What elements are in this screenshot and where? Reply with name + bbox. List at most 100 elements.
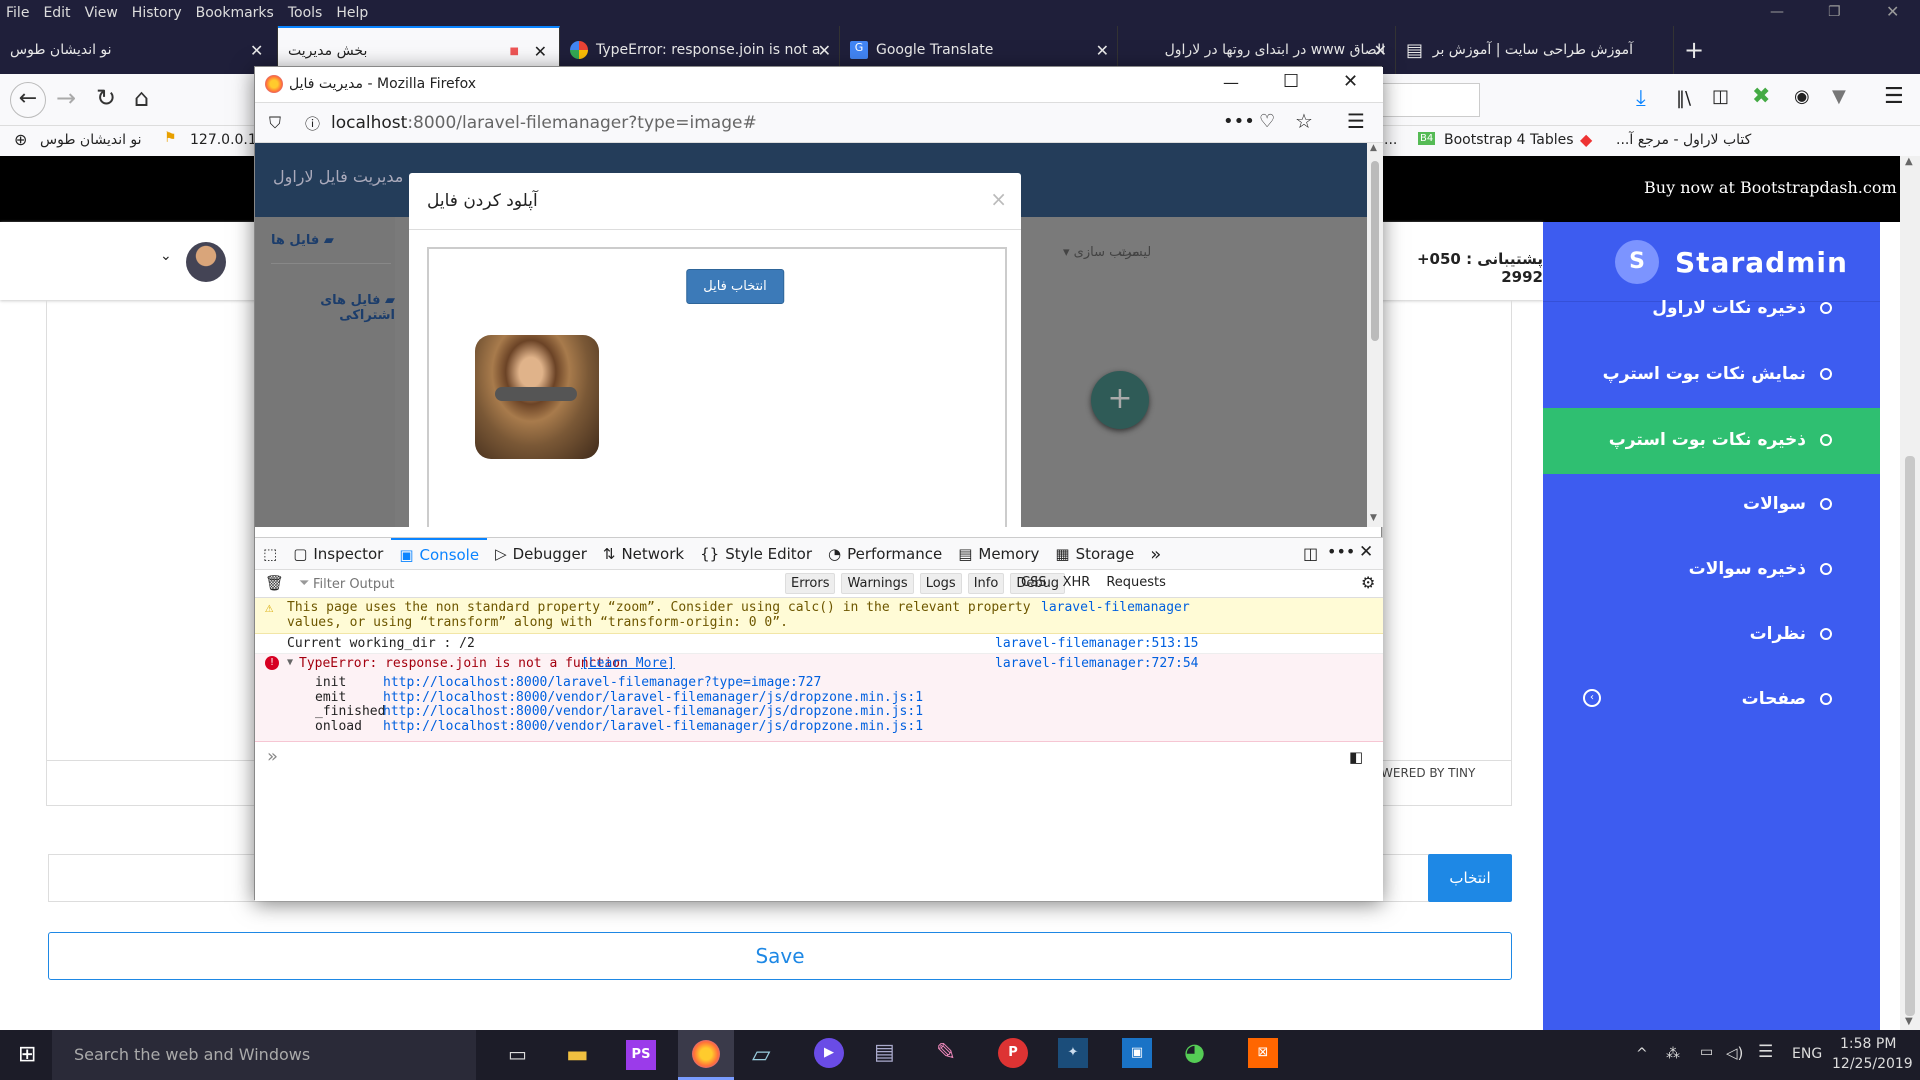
scroll-thumb[interactable] xyxy=(1371,161,1379,341)
stack-url[interactable]: http://localhost:8000/vendor/laravel-fil… xyxy=(383,690,923,705)
nav-shared[interactable]: ▰ فایل های اشتراکی xyxy=(271,293,395,323)
modal-close-button[interactable]: × xyxy=(990,187,1007,211)
tab-amoozesh[interactable]: آموزش طراحی سایت | آموزش بر ▤ xyxy=(1396,26,1674,74)
menu-icon[interactable]: ☰ xyxy=(1884,84,1904,109)
close-devtools-icon[interactable]: ✕ xyxy=(1359,542,1373,562)
app-icon[interactable]: ▤ xyxy=(874,1040,895,1065)
avatar[interactable] xyxy=(186,242,226,282)
filter-requests[interactable]: Requests xyxy=(1106,575,1166,590)
menu-tools[interactable]: Tools xyxy=(288,5,323,21)
file-explorer-icon[interactable]: ▬ xyxy=(566,1040,589,1068)
gear-icon[interactable]: ⚙ xyxy=(1361,573,1375,592)
forward-button[interactable]: → xyxy=(56,84,76,112)
expand-triangle-icon[interactable]: ▼ xyxy=(287,657,293,668)
bookmark-bootstrap-tables[interactable]: Bootstrap 4 Tables xyxy=(1444,132,1574,148)
minimize-icon[interactable]: — xyxy=(1770,4,1784,20)
maximize-icon[interactable]: ☐ xyxy=(1283,71,1299,92)
back-button[interactable]: ← xyxy=(10,82,46,118)
dock-icon[interactable]: ◫ xyxy=(1303,544,1318,563)
menu-icon[interactable]: ☰ xyxy=(1347,109,1365,133)
brand-name[interactable]: Staradmin xyxy=(1675,246,1848,279)
language-indicator[interactable]: ENG xyxy=(1792,1046,1822,1062)
scroll-down-icon[interactable]: ▼ xyxy=(1905,1016,1913,1027)
dropzone[interactable]: انتخاب فایل xyxy=(427,247,1007,527)
bookmark-noandishan[interactable]: نو اندیشان طوس xyxy=(40,132,142,148)
tab-debugger[interactable]: ▷ Debugger xyxy=(487,538,595,570)
tab-style-editor[interactable]: {} Style Editor xyxy=(692,538,820,570)
nav-files[interactable]: ▰ فایل ها xyxy=(271,233,334,248)
close-icon[interactable]: ✕ xyxy=(1343,71,1358,92)
home-button[interactable]: ⌂ xyxy=(134,84,149,112)
close-tab-icon[interactable]: ✕ xyxy=(1374,41,1387,60)
battery-icon[interactable]: ▭ xyxy=(1700,1044,1713,1060)
scroll-down-icon[interactable]: ▼ xyxy=(1370,513,1377,523)
shield-icon[interactable]: ⛉ xyxy=(269,113,281,133)
tab-inspector[interactable]: ▢ Inspector xyxy=(285,538,391,570)
tab-noandishan[interactable]: نو اندیشان طوس ✕ xyxy=(0,26,278,74)
postman-icon[interactable]: P xyxy=(998,1038,1028,1068)
bookmark-more[interactable]: ... xyxy=(1384,132,1397,148)
save-button[interactable]: Save xyxy=(48,932,1512,980)
sort-button[interactable]: مرتب سازی ▾ xyxy=(1063,245,1140,260)
bookmark-laravel-book[interactable]: کتاب لاراول - مرجع آ... xyxy=(1616,132,1751,148)
filter-css[interactable]: CSS xyxy=(1021,575,1047,590)
sidebar-item-save-questions[interactable]: ذخیره سوالات xyxy=(1689,559,1832,579)
info-icon[interactable]: ⓘ xyxy=(305,113,320,134)
download-icon[interactable]: ⤓ xyxy=(1636,86,1646,111)
select-button[interactable]: انتخاب xyxy=(1428,854,1512,902)
chevron-left-icon[interactable]: ‹ xyxy=(1583,689,1601,707)
media-player-icon[interactable]: ▶ xyxy=(814,1038,844,1068)
stack-url[interactable]: http://localhost:8000/laravel-filemanage… xyxy=(383,675,821,690)
extension-icon[interactable]: ✖ xyxy=(1752,84,1770,109)
close-tab-icon[interactable]: ✕ xyxy=(1096,41,1109,60)
scroll-up-icon[interactable]: ▲ xyxy=(1370,143,1377,153)
learn-more-link[interactable]: [Learn More] xyxy=(581,656,675,671)
firefox-taskbar-button[interactable] xyxy=(678,1030,734,1080)
url-field[interactable]: localhost:8000/laravel-filemanager?type=… xyxy=(331,113,757,133)
filter-warnings[interactable]: Warnings xyxy=(841,573,914,594)
sidebar-item-show-bootstrap[interactable]: نمایش نکات بوت استرپ xyxy=(1603,364,1832,384)
sidebar-item-pages[interactable]: صفحات xyxy=(1742,689,1832,709)
tab-network[interactable]: ⇅ Network xyxy=(595,538,692,570)
split-console-icon[interactable]: ◧ xyxy=(1349,748,1363,766)
pocket-icon[interactable]: ♡ xyxy=(1259,111,1275,132)
library-icon[interactable]: ‖\ xyxy=(1676,88,1691,109)
filter-xhr[interactable]: XHR xyxy=(1063,575,1091,590)
filter-info[interactable]: Info xyxy=(967,573,1005,594)
menu-help[interactable]: Help xyxy=(336,5,368,21)
vpn-icon[interactable]: ▼ xyxy=(1832,86,1846,107)
volume-icon[interactable]: ◁) xyxy=(1726,1044,1743,1062)
xampp-icon[interactable]: ⊠ xyxy=(1248,1038,1278,1068)
sidebar-item-laravel-notes[interactable]: ذخیره نکات لاراول xyxy=(1652,298,1832,318)
sidebar-icon[interactable]: ◫ xyxy=(1712,86,1729,107)
close-tab-icon[interactable]: ✕ xyxy=(818,41,831,60)
menu-bookmarks[interactable]: Bookmarks xyxy=(196,5,274,21)
menu-history[interactable]: History xyxy=(132,5,182,21)
tab-performance[interactable]: ◔ Performance xyxy=(820,538,950,570)
add-button[interactable]: + xyxy=(1091,371,1149,429)
chevron-down-icon[interactable]: ⌄ xyxy=(160,248,172,264)
clock-date[interactable]: 12/25/2019 xyxy=(1832,1056,1913,1072)
page-scrollbar[interactable]: ▲ ▼ xyxy=(1900,156,1920,1030)
popup-scrollbar[interactable]: ▲ ▼ xyxy=(1367,143,1383,527)
options-icon[interactable]: ••• xyxy=(1327,542,1355,561)
minimize-icon[interactable]: — xyxy=(1223,73,1239,92)
clock-time[interactable]: 1:58 PM xyxy=(1840,1036,1896,1052)
close-tab-icon[interactable]: ✕ xyxy=(534,42,547,61)
sidebar-item-questions[interactable]: سوالات xyxy=(1743,494,1832,514)
maximize-icon[interactable]: ❐ xyxy=(1828,4,1841,20)
stack-url[interactable]: http://localhost:8000/vendor/laravel-fil… xyxy=(383,719,923,734)
filter-logs[interactable]: Logs xyxy=(919,573,962,594)
filter-output-input[interactable] xyxy=(313,573,633,595)
tab-storage[interactable]: ▦ Storage xyxy=(1047,538,1142,570)
scroll-up-icon[interactable]: ▲ xyxy=(1905,156,1913,167)
sidebar-item-comments[interactable]: نظرات xyxy=(1750,624,1832,644)
globe-app-icon[interactable]: ◕ xyxy=(1184,1038,1205,1066)
new-tab-button[interactable]: + xyxy=(1674,26,1714,74)
tab-console[interactable]: ▣ Console xyxy=(391,538,488,570)
console-prompt[interactable]: » xyxy=(267,746,278,767)
more-tabs-icon[interactable]: » xyxy=(1142,538,1169,570)
close-tab-icon[interactable]: ✕ xyxy=(250,41,263,60)
network-tray-icon[interactable]: ⁂ xyxy=(1666,1046,1680,1062)
choose-file-button[interactable]: انتخاب فایل xyxy=(686,269,784,304)
